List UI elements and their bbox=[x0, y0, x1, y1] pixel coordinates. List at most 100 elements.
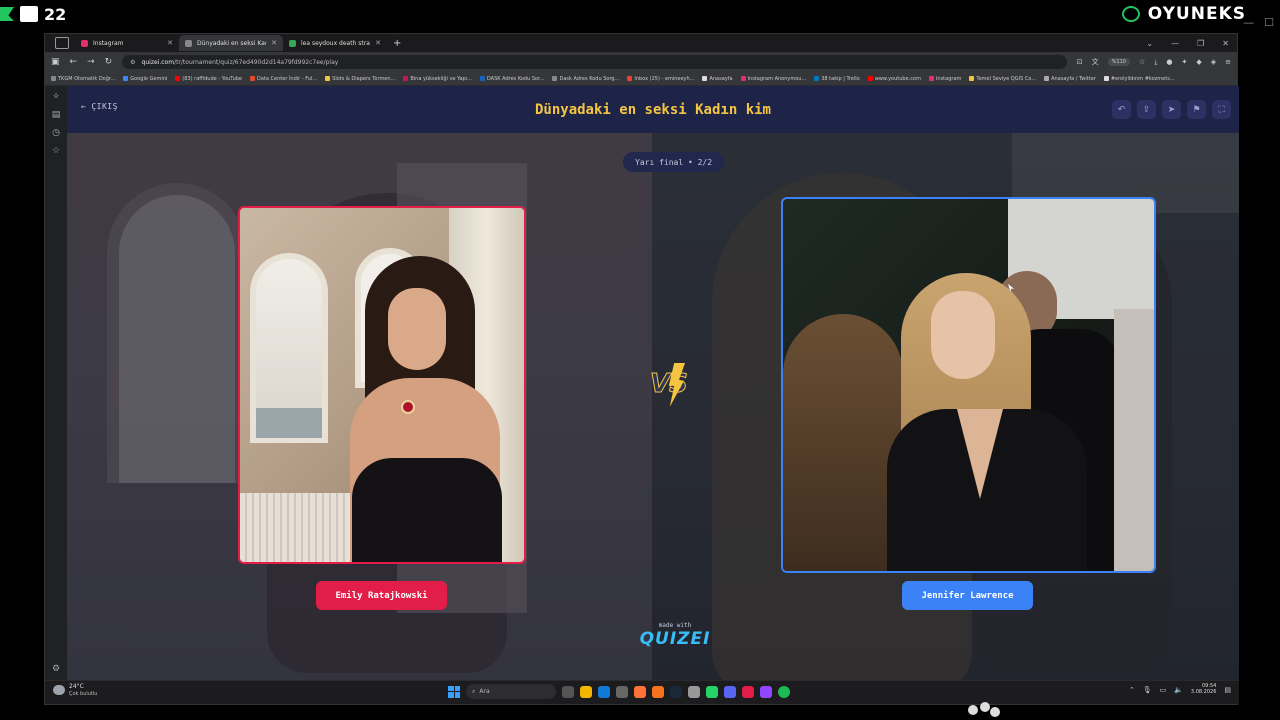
whatsapp-icon[interactable] bbox=[706, 685, 718, 698]
bookmark-item[interactable]: Instagram Anonymou... bbox=[740, 76, 806, 82]
bookmark-item[interactable]: www.youtube.com bbox=[867, 76, 921, 82]
new-tab-button[interactable]: + bbox=[393, 38, 401, 49]
vote-left-button[interactable]: Emily Ratajkowski bbox=[316, 581, 447, 610]
bookmark-item[interactable]: #erolyildırım #kozmets... bbox=[1103, 75, 1175, 82]
bookmark-item[interactable]: Bina yüksekliği ve Yapı... bbox=[403, 76, 472, 82]
bookmark-item[interactable]: Instagram bbox=[928, 76, 961, 82]
settings-gear-icon[interactable]: ⚙ bbox=[52, 664, 60, 674]
bookmark-item[interactable]: Slots & Diapers Tormen... bbox=[325, 76, 395, 82]
photo-background-person bbox=[783, 314, 903, 571]
photo-sea bbox=[256, 408, 322, 438]
exit-button[interactable]: ← ÇIKIŞ bbox=[81, 102, 118, 111]
menu-icon[interactable]: ≡ bbox=[1225, 58, 1231, 66]
notification-icon[interactable]: ▤ bbox=[1224, 686, 1231, 694]
tab-search[interactable]: lea seydoux death stranding fe... ✕ bbox=[283, 35, 387, 51]
share-icon: ⇪ bbox=[1142, 104, 1151, 115]
microphone-icon[interactable]: 🎙 bbox=[1143, 686, 1152, 694]
bookmark-favicon-icon bbox=[627, 76, 633, 81]
notepad-icon[interactable] bbox=[688, 685, 700, 698]
firefox-icon[interactable] bbox=[634, 685, 646, 698]
translate-icon[interactable]: 文 bbox=[1092, 57, 1099, 67]
photo-background-person bbox=[1114, 309, 1154, 571]
bookmark-item[interactable]: 38 takip | Trello bbox=[814, 76, 860, 82]
send-button[interactable]: ➤ bbox=[1162, 100, 1181, 119]
tab-instagram[interactable]: Instagram ✕ bbox=[75, 35, 179, 51]
bookmark-item[interactable]: Data Center İndir - Ful... bbox=[250, 76, 317, 82]
fullscreen-button[interactable]: ⛶ bbox=[1212, 100, 1231, 119]
close-tab-icon[interactable]: ✕ bbox=[271, 39, 277, 47]
tab-search-icon[interactable] bbox=[55, 37, 69, 49]
tray-chevron-icon[interactable]: ⌃ bbox=[1129, 686, 1135, 694]
ai-icon[interactable]: ✧ bbox=[52, 92, 60, 102]
bookmark-label: DASK Adres Kodu Sor... bbox=[486, 75, 545, 82]
undo-button[interactable]: ↶ bbox=[1112, 100, 1131, 119]
back-icon[interactable]: ← bbox=[70, 57, 78, 67]
maximize-icon[interactable]: ☐ bbox=[1264, 16, 1274, 29]
history-icon[interactable]: ◷ bbox=[52, 128, 60, 138]
bookmark-favicon-icon bbox=[969, 76, 975, 81]
bookmarks-icon[interactable]: ☆ bbox=[52, 146, 60, 156]
contestant-left-card[interactable] bbox=[238, 206, 526, 564]
reading-list-icon[interactable]: ▤ bbox=[52, 110, 61, 120]
volume-icon[interactable]: 🔈 bbox=[1174, 686, 1183, 694]
edge-icon[interactable] bbox=[598, 685, 610, 698]
profile-icon[interactable]: ● bbox=[1166, 58, 1172, 66]
restore-icon[interactable]: ❐ bbox=[1197, 39, 1204, 48]
zoom-indicator[interactable]: %110 bbox=[1107, 58, 1130, 66]
tab-list-chevron-icon[interactable]: ⌄ bbox=[1146, 39, 1153, 48]
weather-widget[interactable]: 24°C Çok bulutlu bbox=[53, 683, 97, 697]
browser-icon[interactable] bbox=[652, 685, 664, 698]
twitch-icon[interactable] bbox=[760, 685, 772, 698]
minimize-icon[interactable]: — bbox=[1171, 39, 1179, 48]
task-view-icon[interactable] bbox=[562, 685, 574, 698]
sidebar-toggle-icon[interactable]: ▣ bbox=[51, 57, 60, 67]
stream-brand: OYUNEKS bbox=[1147, 4, 1246, 24]
extension-icon[interactable]: ◈ bbox=[1211, 58, 1216, 66]
bookmark-star-icon[interactable]: ☆ bbox=[1139, 58, 1145, 66]
forward-icon[interactable]: → bbox=[87, 57, 95, 67]
url-path: /tr/tournament/quiz/67ed490d2d14a79fd992… bbox=[174, 58, 339, 66]
address-bar[interactable]: ⚙ quizei.com/tr/tournament/quiz/67ed490d… bbox=[122, 55, 1067, 69]
spotify-icon[interactable] bbox=[778, 685, 790, 698]
steam-icon[interactable] bbox=[670, 685, 682, 698]
tab-title: Instagram bbox=[93, 39, 124, 47]
bookmark-favicon-icon bbox=[552, 76, 558, 81]
made-with-quizei[interactable]: made with QUIZEI bbox=[633, 622, 717, 649]
extension-icon[interactable]: ◆ bbox=[1196, 58, 1201, 66]
close-tab-icon[interactable]: ✕ bbox=[167, 39, 173, 47]
bookmark-label: #erolyildırım #kozmets... bbox=[1110, 75, 1175, 82]
bookmark-item[interactable]: TKGM Otomatik Doğr... bbox=[51, 76, 115, 82]
store-icon[interactable] bbox=[616, 685, 628, 698]
close-window-icon[interactable]: ✕ bbox=[1222, 39, 1229, 48]
tab-quiz[interactable]: Dünyadaki en seksi Kadın kim ✕ bbox=[179, 35, 283, 51]
discord-icon[interactable] bbox=[724, 685, 736, 698]
bookmark-item[interactable]: DASK Adres Kodu Sor... bbox=[479, 75, 545, 82]
photo-radiator bbox=[240, 493, 360, 562]
bookmark-item[interactable]: Anasayfa / Twitter bbox=[1044, 76, 1096, 82]
app-icon[interactable] bbox=[742, 685, 754, 698]
file-explorer-icon[interactable] bbox=[580, 685, 592, 698]
site-info-icon[interactable]: ⚙ bbox=[130, 59, 135, 66]
report-button[interactable]: ⚑ bbox=[1187, 100, 1206, 119]
reload-icon[interactable]: ↻ bbox=[105, 57, 113, 67]
bookmark-item[interactable]: Temel Seviye QGIS Co... bbox=[969, 76, 1036, 82]
bookmark-item[interactable]: (83) raffidude - YouTube bbox=[175, 76, 242, 82]
extensions-icon[interactable]: ✦ bbox=[1181, 58, 1187, 66]
url-host: quizei.com bbox=[141, 58, 175, 66]
bookmark-item[interactable]: Inbox (25) - emineeyh... bbox=[627, 76, 694, 82]
bookmark-item[interactable]: Dask Adres Kodu Sorg... bbox=[552, 76, 619, 82]
minimize-icon[interactable]: — bbox=[1243, 16, 1254, 29]
close-tab-icon[interactable]: ✕ bbox=[375, 39, 381, 47]
contestant-right-card[interactable] bbox=[781, 197, 1156, 573]
bookmark-item[interactable]: Google Gemini bbox=[123, 76, 167, 82]
share-button[interactable]: ⇪ bbox=[1137, 100, 1156, 119]
bookmark-item[interactable]: Anasayfa bbox=[702, 76, 733, 82]
network-icon[interactable]: ▭ bbox=[1160, 686, 1167, 694]
bg-arch bbox=[107, 183, 247, 483]
vote-right-button[interactable]: Jennifer Lawrence bbox=[902, 581, 1033, 610]
install-app-icon[interactable]: ⊡ bbox=[1077, 58, 1083, 66]
start-icon[interactable] bbox=[448, 685, 460, 698]
download-icon[interactable]: ⤓ bbox=[1154, 58, 1157, 67]
clock[interactable]: 09:54 3.08.2026 bbox=[1191, 683, 1216, 695]
taskbar-search[interactable]: ⌕ Ara bbox=[466, 684, 556, 699]
